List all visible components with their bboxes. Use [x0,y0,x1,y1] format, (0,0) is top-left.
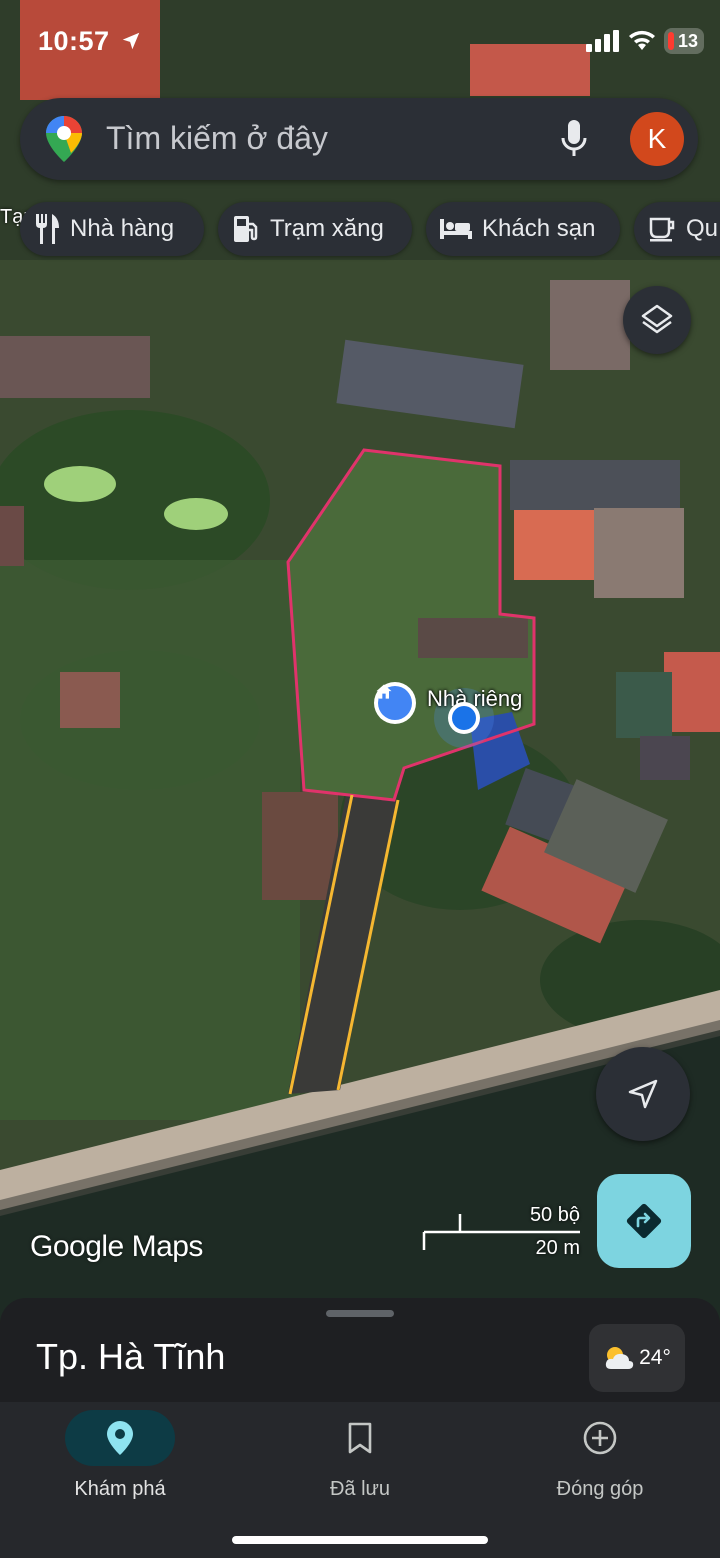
chip-coffee[interactable]: Qu [634,202,720,256]
status-time: 10:57 [38,26,110,56]
battery-icon: 13 [663,28,704,54]
maps-pin-icon [46,116,82,162]
my-location-button[interactable] [596,1047,690,1141]
nav-explore[interactable]: Khám phá [0,1410,240,1501]
signal-icon [585,30,619,52]
hotel-icon [440,219,472,239]
temperature: 24° [639,1346,671,1369]
account-avatar[interactable]: K [630,112,684,166]
chip-label: Qu [686,215,719,242]
scale-feet: 50 bộ [529,1204,580,1226]
area-title: Tp. Hà Tĩnh [36,1336,226,1377]
chip-label: Nhà hàng [70,215,175,242]
chip-restaurants[interactable]: Nhà hàng [20,202,204,256]
chip-label: Khách sạn [482,215,596,242]
home-place-pin-icon[interactable] [374,682,416,724]
directions-button[interactable] [597,1174,691,1268]
search-bar[interactable]: Tìm kiếm ở đây K [20,98,698,180]
search-input[interactable]: Tìm kiếm ở đây [106,120,328,157]
battery-level: 13 [677,30,698,51]
home-indicator[interactable] [232,1536,488,1544]
navigation-arrow-icon [628,1079,658,1109]
coffee-icon [649,217,675,242]
sheet-grabber[interactable] [326,1310,394,1317]
nav-contribute[interactable]: Đóng góp [480,1410,720,1501]
current-location-dot [448,702,480,734]
explore-pin-icon [107,1421,133,1455]
nav-label: Đã lưu [329,1478,391,1500]
chip-gas-stations[interactable]: Trạm xăng [218,202,412,256]
mic-icon[interactable] [560,120,588,158]
weather-chip[interactable]: 24° [589,1324,685,1392]
status-bar: 10:57 13 [0,0,720,86]
add-circle-icon [583,1421,617,1455]
nav-saved[interactable]: Đã lưu [240,1410,480,1501]
chip-label: Trạm xăng [270,215,384,242]
gas-station-icon [234,216,258,242]
scale-meters: 20 m [535,1237,580,1259]
google-maps-logo: Google Maps [30,1230,203,1263]
directions-icon [626,1203,662,1239]
wifi-icon [628,30,655,50]
bottom-navigation: Khám phá Đã lưu Đóng góp [0,1402,720,1558]
map-scale: 50 bộ 20 m [420,1204,582,1264]
partly-cloudy-icon [605,1347,634,1369]
nav-label: Đóng góp [556,1478,644,1500]
nav-label: Khám phá [74,1478,166,1500]
layers-button[interactable] [623,286,691,354]
chip-hotels[interactable]: Khách sạn [426,202,620,256]
layers-icon [641,304,673,334]
location-arrow-icon [122,32,140,50]
restaurant-icon [36,214,59,244]
bottom-sheet[interactable]: Tp. Hà Tĩnh 24° [0,1298,720,1408]
bookmark-icon [348,1422,372,1454]
